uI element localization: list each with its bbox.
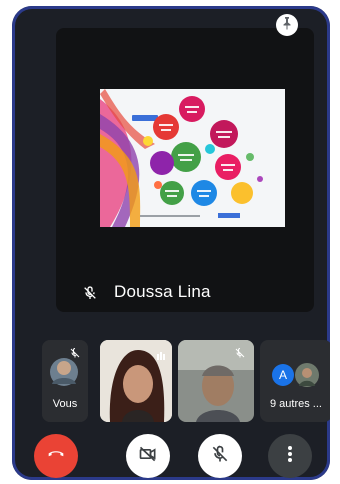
presenter-tile[interactable]: Doussa Lina [56, 28, 314, 312]
avatar: A [272, 364, 294, 386]
end-call-button[interactable] [34, 434, 78, 478]
participant-tile-2[interactable] [178, 340, 254, 422]
mic-off-icon [234, 346, 246, 364]
mic-off-icon [69, 346, 81, 364]
speaking-indicator-icon [156, 348, 166, 366]
self-tile[interactable]: Vous [42, 340, 88, 422]
meeting-screen: Doussa Lina Vous A 9 autres ... [12, 6, 330, 480]
shared-slide [100, 89, 285, 227]
end-call-icon [45, 443, 67, 470]
mic-toggle-button[interactable] [198, 434, 242, 478]
pin-icon [281, 16, 293, 35]
slide-graphic [100, 89, 285, 227]
call-controls [12, 434, 330, 480]
participant-strip: Vous A 9 autres ... [42, 340, 330, 422]
camera-off-icon [138, 444, 158, 469]
self-label: Vous [52, 398, 78, 410]
presenter-name-bar: Doussa Lina [56, 274, 314, 312]
camera-toggle-button[interactable] [126, 434, 170, 478]
mic-off-icon [210, 444, 230, 469]
more-options-button[interactable] [268, 434, 312, 478]
participant-tile-1[interactable] [100, 340, 172, 422]
avatar-photo [295, 363, 319, 387]
other-participants-label: 9 autres ... [270, 398, 322, 410]
more-vert-icon [287, 445, 293, 468]
presenter-name: Doussa Lina [114, 282, 211, 301]
pin-button[interactable] [276, 14, 298, 36]
mic-off-icon [82, 285, 98, 306]
other-participants-tile[interactable]: A 9 autres ... [260, 340, 330, 422]
